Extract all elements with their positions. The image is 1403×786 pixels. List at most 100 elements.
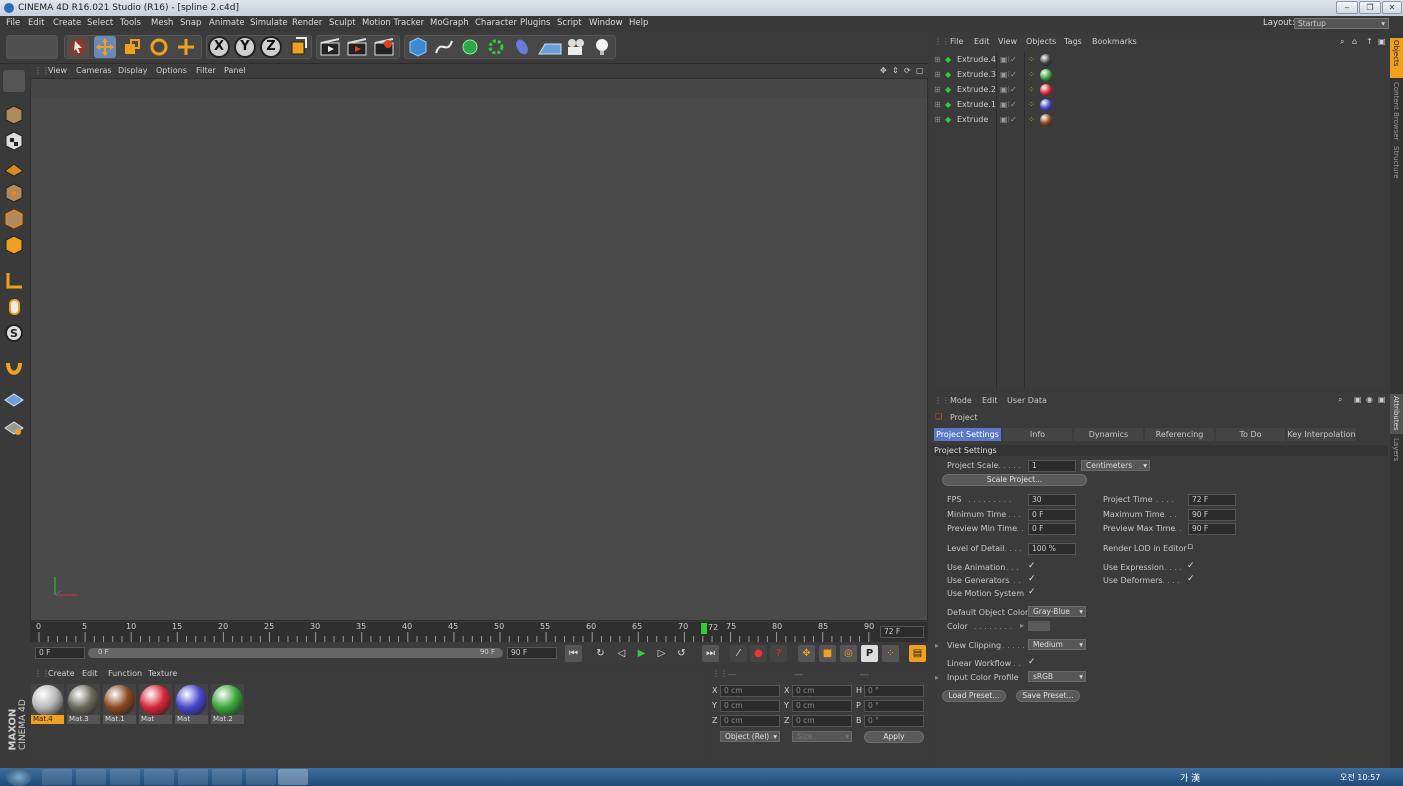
position-z-field[interactable]: 0 cm bbox=[720, 715, 780, 727]
material-tag-icon[interactable] bbox=[1040, 54, 1052, 66]
obj-menu-objects[interactable]: Objects bbox=[1026, 34, 1056, 50]
rotation-b-field[interactable]: 0 ° bbox=[864, 715, 924, 727]
step-forward-icon[interactable]: ▷ bbox=[653, 645, 670, 662]
save-preset-button[interactable]: Save Preset... bbox=[1016, 690, 1080, 702]
taskbar-word-icon[interactable] bbox=[246, 769, 276, 785]
menu-create[interactable]: Create bbox=[53, 16, 81, 31]
key-parameter-icon[interactable]: P bbox=[861, 645, 878, 662]
select-tool-icon[interactable] bbox=[67, 36, 89, 58]
object-row[interactable]: ⊞ ◆ Extrude.2 ▣⁝✓ ⁘ bbox=[932, 83, 1388, 97]
object-row[interactable]: ⊞ ◆ Extrude ▣⁝✓ ⁘ bbox=[932, 113, 1388, 127]
model-mode-icon[interactable] bbox=[3, 104, 25, 126]
view-clipping-select[interactable]: Medium ▾ bbox=[1028, 639, 1086, 650]
loop-icon[interactable]: ↻ bbox=[592, 645, 609, 662]
key-rotation-icon[interactable]: ◎ bbox=[840, 645, 857, 662]
move-tool-icon[interactable] bbox=[94, 36, 116, 58]
attr-menu-edit[interactable]: Edit bbox=[982, 396, 998, 405]
panel-grip-icon[interactable]: ⋮⋮ bbox=[934, 34, 950, 50]
obj-menu-edit[interactable]: Edit bbox=[974, 34, 990, 50]
taskbar-chrome-icon[interactable] bbox=[178, 769, 208, 785]
scale-project-button[interactable]: Scale Project... bbox=[942, 474, 1087, 486]
search-icon[interactable]: ⌕ bbox=[1338, 395, 1342, 405]
play-icon[interactable]: ▶ bbox=[633, 645, 650, 662]
y-axis-lock-icon[interactable]: Y bbox=[234, 36, 256, 58]
viewport-menu-filter[interactable]: Filter bbox=[196, 64, 216, 78]
snapping-icon[interactable]: S bbox=[3, 322, 25, 344]
viewport-rotate-icon[interactable]: ⟳ bbox=[904, 64, 911, 78]
fps-field[interactable]: 30 bbox=[1028, 494, 1076, 506]
points-mode-icon[interactable] bbox=[3, 182, 25, 204]
new-panel-icon[interactable]: ▣ bbox=[1378, 395, 1386, 404]
side-tab-attributes[interactable]: Attributes bbox=[1390, 394, 1403, 434]
deformer-icon[interactable] bbox=[511, 36, 533, 58]
tree-expand-icon[interactable]: ⊞ bbox=[934, 68, 941, 82]
viewport-menu-display[interactable]: Display bbox=[118, 64, 148, 78]
start-button[interactable] bbox=[6, 768, 32, 786]
mat-menu-texture[interactable]: Texture bbox=[148, 669, 177, 678]
obj-menu-tags[interactable]: Tags bbox=[1064, 34, 1082, 50]
size-z-field[interactable]: 0 cm bbox=[792, 715, 852, 727]
phong-tag-icon[interactable]: ⁘ bbox=[1028, 68, 1035, 82]
obj-menu-file[interactable]: File bbox=[950, 34, 963, 50]
playhead-marker[interactable] bbox=[701, 623, 707, 634]
menu-file[interactable]: File bbox=[6, 16, 20, 31]
floor-icon[interactable] bbox=[537, 36, 563, 58]
tab-to-do[interactable]: To Do bbox=[1216, 428, 1285, 441]
tab-key-interpolation[interactable]: Key Interpolation bbox=[1287, 428, 1356, 441]
menu-sculpt[interactable]: Sculpt bbox=[329, 16, 356, 31]
mat-menu-create[interactable]: Create bbox=[48, 669, 75, 678]
z-axis-lock-icon[interactable]: Z bbox=[260, 36, 282, 58]
use-expression-checkbox[interactable]: ✓ bbox=[1187, 561, 1195, 571]
tree-expand-icon[interactable]: ⊞ bbox=[934, 113, 941, 127]
make-editable-icon[interactable] bbox=[3, 70, 25, 92]
menu-snap[interactable]: Snap bbox=[180, 16, 201, 31]
key-scale-icon[interactable]: ■ bbox=[819, 645, 836, 662]
tweak-mode-icon[interactable] bbox=[3, 296, 25, 318]
position-x-field[interactable]: 0 cm bbox=[720, 685, 780, 697]
project-time-field[interactable]: 72 F bbox=[1188, 494, 1236, 506]
menu-animate[interactable]: Animate bbox=[209, 16, 245, 31]
material-tag-icon[interactable] bbox=[1040, 84, 1052, 96]
menu-render[interactable]: Render bbox=[292, 16, 322, 31]
coord-mode-select[interactable]: Object (Rel) ▾ bbox=[720, 731, 780, 742]
new-panel-icon[interactable]: ▣ bbox=[1378, 34, 1386, 50]
close-button[interactable]: ✕ bbox=[1382, 1, 1402, 14]
expand-arrow-icon[interactable]: ▸ bbox=[935, 673, 939, 682]
viewport-maximize-icon[interactable]: ▢ bbox=[916, 64, 924, 78]
lock-workplane-icon[interactable] bbox=[3, 390, 25, 412]
render-settings-icon[interactable] bbox=[373, 36, 395, 58]
menu-character[interactable]: Character bbox=[475, 16, 517, 31]
material-swatch[interactable]: Mat bbox=[139, 684, 172, 724]
panel-grip-icon[interactable]: ⋮⋮ bbox=[712, 669, 728, 678]
project-scale-field[interactable]: 1 bbox=[1028, 460, 1076, 472]
array-icon[interactable] bbox=[485, 36, 507, 58]
taskbar-app-icon[interactable] bbox=[110, 769, 140, 785]
autokey-icon[interactable]: ? bbox=[770, 645, 787, 662]
input-profile-select[interactable]: sRGB ▾ bbox=[1028, 671, 1086, 682]
timeline-ruler[interactable]: 0 5 10 15 20 25 30 35 40 45 50 55 60 65 … bbox=[30, 622, 928, 642]
mat-menu-edit[interactable]: Edit bbox=[82, 669, 98, 678]
color-swatch[interactable] bbox=[1028, 621, 1050, 631]
rotate-tool-icon[interactable] bbox=[148, 36, 170, 58]
go-to-end-icon[interactable]: ⏭ bbox=[702, 645, 719, 662]
mat-menu-function[interactable]: Function bbox=[108, 669, 142, 678]
side-tab-structure[interactable]: Structure bbox=[1390, 144, 1403, 184]
object-row[interactable]: ⊞ ◆ Extrude.1 ▣⁝✓ ⁘ bbox=[932, 98, 1388, 112]
phong-tag-icon[interactable]: ⁘ bbox=[1028, 98, 1035, 112]
menu-plugins[interactable]: Plugins bbox=[520, 16, 550, 31]
tab-project-settings[interactable]: Project Settings bbox=[934, 428, 1001, 441]
material-swatch[interactable]: Mat.3 bbox=[67, 684, 100, 724]
search-icon[interactable]: ⌕ bbox=[1340, 34, 1344, 50]
menu-script[interactable]: Script bbox=[557, 16, 582, 31]
apply-button[interactable]: Apply bbox=[864, 731, 924, 743]
position-y-field[interactable]: 0 cm bbox=[720, 700, 780, 712]
side-tab-layers[interactable]: Layers bbox=[1390, 436, 1403, 468]
spline-pen-icon[interactable] bbox=[433, 36, 455, 58]
default-color-select[interactable]: Gray-Blue ▾ bbox=[1028, 606, 1086, 617]
max-frame-field[interactable]: 90 F bbox=[507, 647, 557, 659]
min-time-field[interactable]: 0 F bbox=[1028, 509, 1076, 521]
arrow-up-icon[interactable]: ↑ bbox=[1366, 34, 1373, 50]
layout-select[interactable]: Startup ▾ bbox=[1294, 18, 1389, 29]
linear-workflow-checkbox[interactable]: ✓ bbox=[1028, 657, 1036, 667]
home-icon[interactable]: ⌂ bbox=[1352, 34, 1357, 50]
